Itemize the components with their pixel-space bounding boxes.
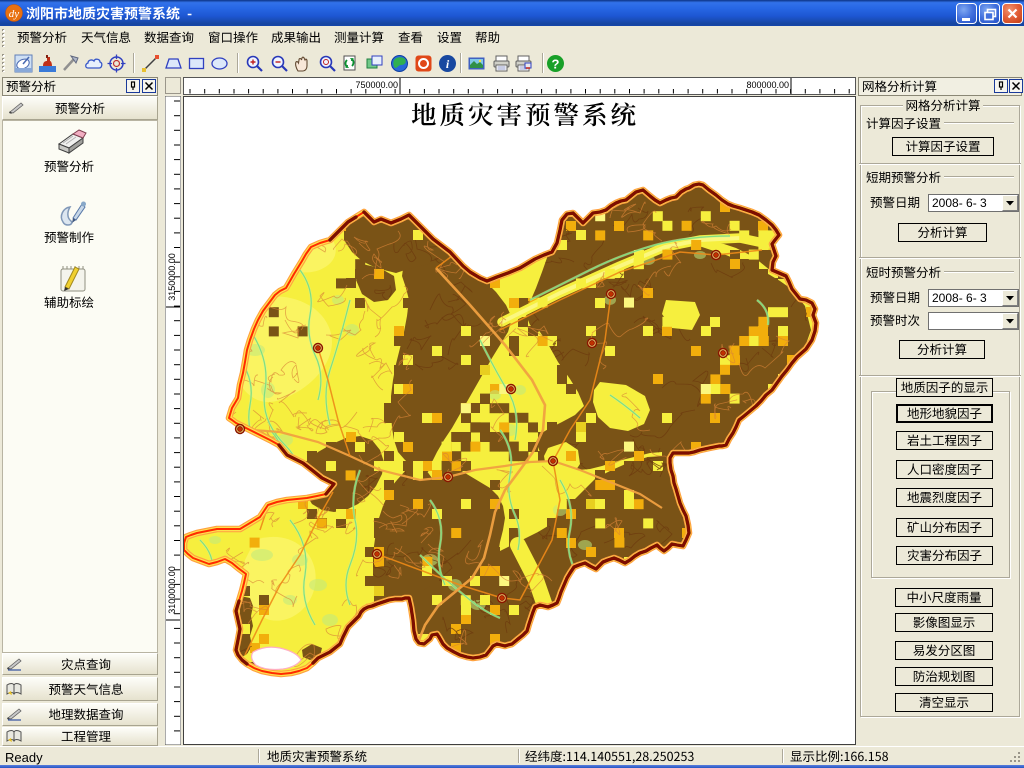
svg-text:?: ? bbox=[552, 57, 560, 72]
svg-text:dy: dy bbox=[9, 8, 20, 20]
